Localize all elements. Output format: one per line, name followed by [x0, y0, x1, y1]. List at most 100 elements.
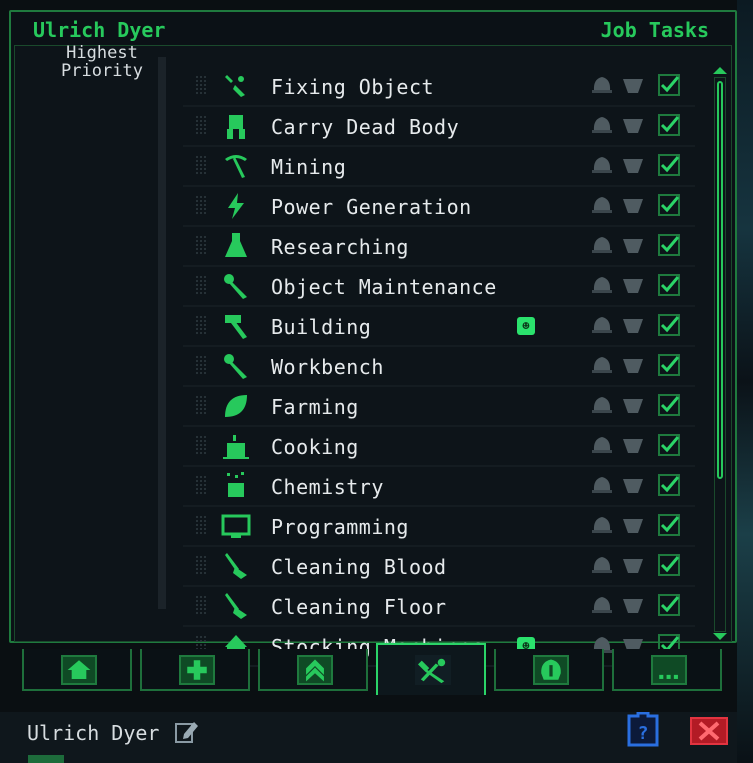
scroll-thumb[interactable]	[717, 81, 723, 479]
job-row[interactable]: Workbench	[183, 347, 695, 387]
priority-up-icon[interactable]	[589, 355, 615, 375]
priority-up-icon[interactable]	[589, 315, 615, 335]
job-row[interactable]: Cooking	[183, 427, 695, 467]
priority-up-icon[interactable]	[589, 235, 615, 255]
job-row[interactable]: Chemistry	[183, 467, 695, 507]
job-label: Cooking	[271, 435, 359, 459]
priority-down-icon[interactable]	[620, 437, 646, 457]
flask-icon	[221, 231, 251, 261]
job-enabled-checkbox[interactable]	[657, 593, 681, 617]
job-row[interactable]: Power Generation	[183, 187, 695, 227]
job-row[interactable]: Researching	[183, 227, 695, 267]
job-row[interactable]: Cleaning Blood	[183, 547, 695, 587]
drag-handle-icon[interactable]	[195, 595, 207, 615]
job-enabled-checkbox[interactable]	[657, 113, 681, 137]
priority-down-icon[interactable]	[620, 477, 646, 497]
job-row[interactable]: Object Maintenance	[183, 267, 695, 307]
job-row[interactable]: Fixing Object	[183, 67, 695, 107]
job-row[interactable]: Mining	[183, 147, 695, 187]
drag-handle-icon[interactable]	[195, 555, 207, 575]
priority-up-icon[interactable]	[589, 75, 615, 95]
job-enabled-checkbox[interactable]	[657, 313, 681, 337]
drag-handle-icon[interactable]	[195, 435, 207, 455]
panel-title: Job Tasks	[600, 18, 709, 42]
priority-down-icon[interactable]	[620, 597, 646, 617]
drag-handle-icon[interactable]	[195, 155, 207, 175]
wrench-icon	[221, 271, 251, 301]
edit-name-icon[interactable]	[174, 718, 200, 744]
drag-handle-icon[interactable]	[195, 515, 207, 535]
priority-down-icon[interactable]	[620, 77, 646, 97]
job-row[interactable]: Carry Dead Body	[183, 107, 695, 147]
priority-bar	[158, 57, 166, 609]
close-button[interactable]	[690, 717, 728, 745]
priority-up-icon[interactable]	[589, 475, 615, 495]
job-label: Cleaning Floor	[271, 595, 447, 619]
priority-down-icon[interactable]	[620, 197, 646, 217]
pickaxe-icon	[221, 151, 251, 181]
smiley-icon: ☻	[517, 317, 535, 335]
priority-up-icon[interactable]	[589, 595, 615, 615]
priority-down-icon[interactable]	[620, 117, 646, 137]
job-enabled-checkbox[interactable]	[657, 553, 681, 577]
priority-up-icon[interactable]	[589, 515, 615, 535]
drag-handle-icon[interactable]	[195, 395, 207, 415]
tab-hammer-wrench[interactable]	[376, 643, 486, 695]
priority-up-icon[interactable]	[589, 155, 615, 175]
job-label: Carry Dead Body	[271, 115, 460, 139]
job-enabled-checkbox[interactable]	[657, 73, 681, 97]
priority-up-icon[interactable]	[589, 555, 615, 575]
priority-down-icon[interactable]	[620, 397, 646, 417]
job-enabled-checkbox[interactable]	[657, 233, 681, 257]
svg-text:?: ?	[638, 723, 649, 744]
priority-up-icon[interactable]	[589, 395, 615, 415]
priority-up-icon[interactable]	[589, 435, 615, 455]
job-enabled-checkbox[interactable]	[657, 393, 681, 417]
job-enabled-checkbox[interactable]	[657, 273, 681, 297]
job-label: Chemistry	[271, 475, 384, 499]
job-enabled-checkbox[interactable]	[657, 473, 681, 497]
job-row[interactable]: Programming	[183, 507, 695, 547]
drag-handle-icon[interactable]	[195, 235, 207, 255]
priority-down-icon[interactable]	[620, 277, 646, 297]
job-enabled-checkbox[interactable]	[657, 513, 681, 537]
drag-handle-icon[interactable]	[195, 115, 207, 135]
drag-handle-icon[interactable]	[195, 475, 207, 495]
drag-handle-icon[interactable]	[195, 275, 207, 295]
job-row[interactable]: Cleaning Floor	[183, 587, 695, 627]
job-enabled-checkbox[interactable]	[657, 433, 681, 457]
tab-more[interactable]	[612, 649, 722, 691]
priority-down-icon[interactable]	[620, 517, 646, 537]
scroll-down-icon[interactable]	[713, 633, 727, 640]
job-label: Programming	[271, 515, 409, 539]
tab-home[interactable]	[22, 649, 132, 691]
leaf-icon	[221, 391, 251, 421]
help-icon[interactable]: ?	[626, 711, 660, 748]
priority-down-icon[interactable]	[620, 317, 646, 337]
drag-handle-icon[interactable]	[195, 315, 207, 335]
tab-medical-cross[interactable]	[140, 649, 250, 691]
drag-handle-icon[interactable]	[195, 195, 207, 215]
tab-rank-chevron[interactable]	[258, 649, 368, 691]
priority-down-icon[interactable]	[620, 557, 646, 577]
priority-down-icon[interactable]	[620, 357, 646, 377]
job-enabled-checkbox[interactable]	[657, 353, 681, 377]
job-row[interactable]: Farming	[183, 387, 695, 427]
job-enabled-checkbox[interactable]	[657, 153, 681, 177]
hammer-wrench-icon	[415, 655, 451, 685]
job-enabled-checkbox[interactable]	[657, 193, 681, 217]
drag-handle-icon[interactable]	[195, 355, 207, 375]
mop-icon	[221, 591, 251, 621]
priority-up-icon[interactable]	[589, 115, 615, 135]
priority-up-icon[interactable]	[589, 275, 615, 295]
tab-helmet[interactable]	[494, 649, 604, 691]
scroll-up-icon[interactable]	[713, 67, 727, 74]
priority-up-icon[interactable]	[589, 195, 615, 215]
job-row[interactable]: Building ☻	[183, 307, 695, 347]
priority-down-icon[interactable]	[620, 237, 646, 257]
priority-down-icon[interactable]	[620, 157, 646, 177]
job-label: Workbench	[271, 355, 384, 379]
scrollbar[interactable]	[710, 67, 730, 642]
helmet-icon	[533, 655, 569, 685]
drag-handle-icon[interactable]	[195, 75, 207, 95]
